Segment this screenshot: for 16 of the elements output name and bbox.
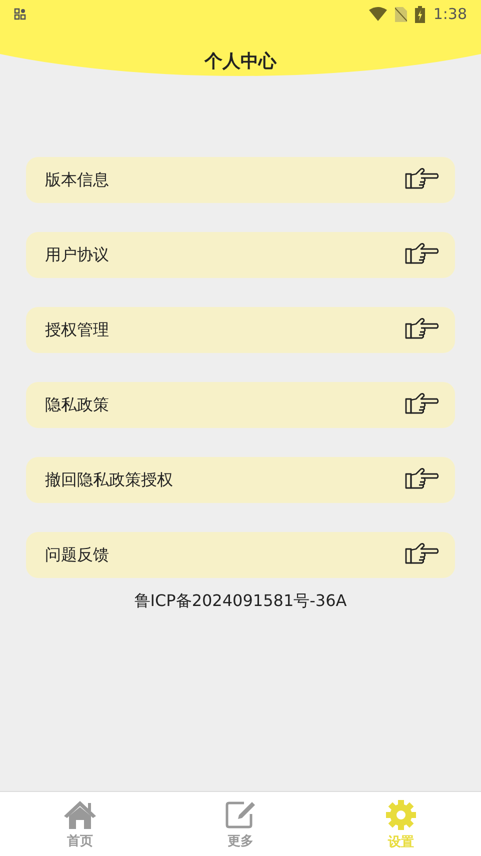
page-title: 个人中心 (204, 50, 276, 74)
menu-item[interactable]: 授权管理 (26, 307, 455, 353)
icp-record-text: 鲁ICP备2024091581号-36A (134, 590, 347, 612)
menu-item[interactable]: 版本信息 (26, 157, 455, 203)
battery-icon (415, 6, 426, 22)
home-icon (63, 800, 98, 830)
menu-item[interactable]: 撤回隐私政策授权 (26, 457, 455, 503)
menu-item[interactable]: 用户协议 (26, 232, 455, 278)
app-grid-icon (14, 8, 26, 20)
gear-icon (384, 799, 417, 832)
no-sim-icon (395, 6, 408, 22)
menu-item[interactable]: 隐私政策 (26, 382, 455, 428)
status-time: 1:38 (433, 4, 467, 25)
edit-icon (224, 800, 256, 830)
wifi-icon (369, 7, 388, 21)
menu-item[interactable]: 问题反馈 (26, 532, 455, 578)
